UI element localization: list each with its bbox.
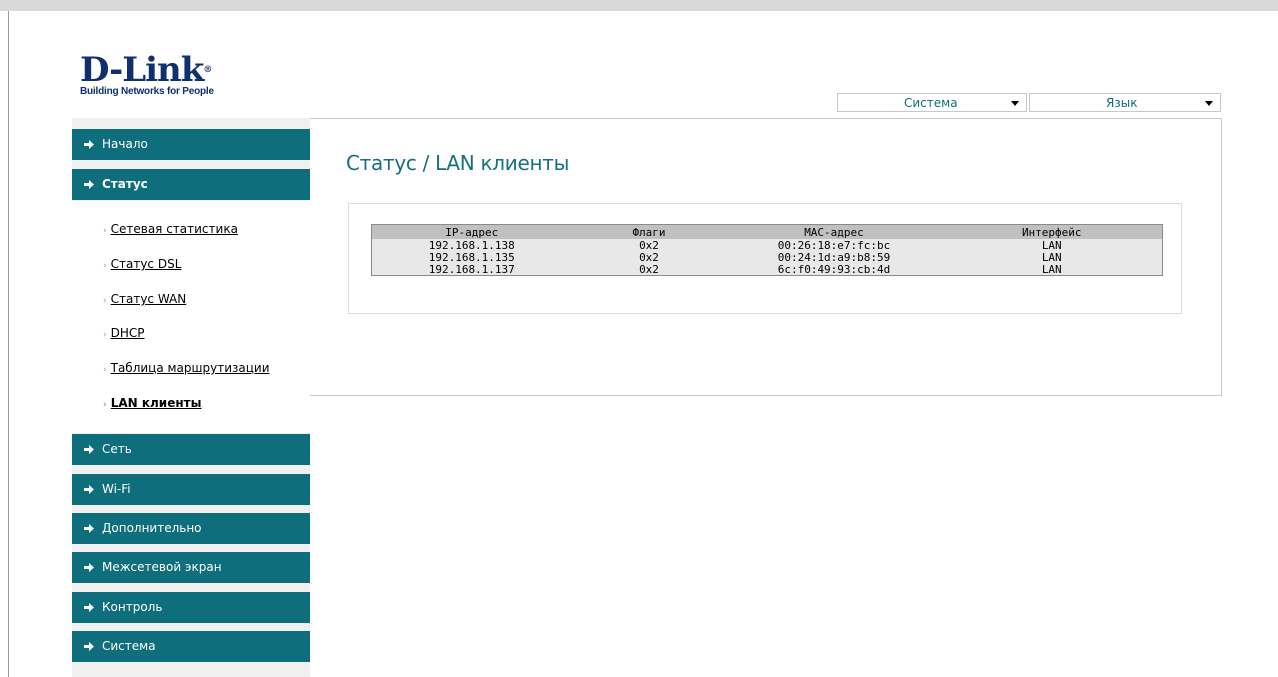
- lan-clients-table: IP-адрес Флаги MAC-адрес Интерфейс 192.1…: [371, 224, 1163, 276]
- cell-ip: 192.168.1.138: [371, 239, 572, 251]
- table-row: 192.168.1.138 0x2 00:26:18:e7:fc:bc LAN: [371, 239, 1163, 251]
- submenu-dsl-status[interactable]: › Статус DSL: [103, 257, 181, 271]
- submenu-label: DHCP: [110, 326, 145, 340]
- dlink-logo: D-Link® Building Networks for People: [80, 53, 214, 97]
- chevron-right-icon: ›: [103, 330, 107, 340]
- column-header-ip: IP-адрес: [371, 224, 572, 239]
- chevron-right-icon: ›: [103, 261, 107, 271]
- chevron-right-icon: ›: [103, 296, 107, 306]
- column-header-mac: MAC-адрес: [726, 224, 942, 239]
- column-header-interface: Интерфейс: [941, 224, 1163, 239]
- logo-text: D-Link: [80, 50, 204, 90]
- submenu-wan-status[interactable]: › Статус WAN: [103, 292, 186, 306]
- nav-item-system[interactable]: Система: [72, 631, 310, 662]
- nav-item-label: Контроль: [102, 600, 163, 614]
- logo-registered-mark: ®: [203, 65, 212, 75]
- cell-flags: 0x2: [571, 239, 727, 251]
- arrow-right-icon: [84, 563, 94, 572]
- nav-item-advanced[interactable]: Дополнительно: [72, 513, 310, 544]
- chevron-down-icon: [1011, 101, 1019, 106]
- column-header-flags: Флаги: [571, 224, 727, 239]
- nav-item-label: Wi-Fi: [102, 482, 131, 496]
- nav-item-home[interactable]: Начало: [72, 129, 310, 160]
- cell-ip: 192.168.1.137: [371, 263, 572, 276]
- chevron-right-icon: ›: [103, 365, 107, 375]
- arrow-right-icon: [84, 485, 94, 494]
- nav-item-label: Начало: [102, 137, 148, 151]
- chevron-right-icon: ›: [103, 400, 107, 410]
- arrow-right-icon: [84, 180, 94, 189]
- window-left-border: [8, 11, 9, 677]
- chevron-down-icon: [1205, 101, 1213, 106]
- chevron-right-icon: ›: [103, 226, 107, 236]
- arrow-right-icon: [84, 140, 94, 149]
- cell-mac: 6c:f0:49:93:cb:4d: [726, 263, 942, 276]
- nav-item-status[interactable]: Статус: [72, 169, 310, 200]
- submenu-routing-table[interactable]: › Таблица маршрутизации: [103, 361, 270, 375]
- page-title: Статус / LAN клиенты: [346, 151, 570, 175]
- arrow-right-icon: [84, 603, 94, 612]
- nav-item-label: Дополнительно: [102, 521, 202, 535]
- arrow-right-icon: [84, 445, 94, 454]
- arrow-right-icon: [84, 524, 94, 533]
- nav-item-wifi[interactable]: Wi-Fi: [72, 474, 310, 505]
- table-row: 192.168.1.135 0x2 00:24:1d:a9:b8:59 LAN: [371, 251, 1163, 263]
- nav-item-label: Статус: [102, 177, 148, 191]
- cell-flags: 0x2: [571, 263, 727, 276]
- submenu-lan-clients[interactable]: › LAN клиенты: [103, 396, 201, 410]
- table-row: 192.168.1.137 0x2 6c:f0:49:93:cb:4d LAN: [371, 263, 1163, 276]
- nav-item-network[interactable]: Сеть: [72, 434, 310, 465]
- system-dropdown-label: Система: [904, 96, 958, 110]
- table-header-row: IP-адрес Флаги MAC-адрес Интерфейс: [371, 224, 1163, 239]
- submenu-dhcp[interactable]: › DHCP: [103, 326, 145, 340]
- nav-item-control[interactable]: Контроль: [72, 592, 310, 623]
- cell-ip: 192.168.1.135: [371, 251, 572, 263]
- nav-item-label: Система: [102, 639, 156, 653]
- submenu-label: Статус DSL: [110, 257, 182, 271]
- system-dropdown[interactable]: Система: [837, 93, 1027, 112]
- cell-interface: LAN: [941, 239, 1163, 251]
- cell-mac: 00:26:18:e7:fc:bc: [726, 239, 942, 251]
- cell-interface: LAN: [941, 263, 1163, 276]
- submenu-network-statistics[interactable]: › Сетевая статистика: [103, 222, 238, 236]
- submenu-label: Сетевая статистика: [110, 222, 238, 236]
- language-dropdown-label: Язык: [1106, 96, 1138, 110]
- window-top-bar: [0, 0, 1278, 11]
- cell-interface: LAN: [941, 251, 1163, 263]
- nav-item-label: Межсетевой экран: [102, 560, 222, 574]
- logo-tagline: Building Networks for People: [80, 86, 214, 97]
- submenu-label: Статус WAN: [110, 292, 187, 306]
- cell-flags: 0x2: [571, 251, 727, 263]
- cell-mac: 00:24:1d:a9:b8:59: [726, 251, 942, 263]
- nav-item-label: Сеть: [102, 442, 132, 456]
- submenu-label: Таблица маршрутизации: [110, 361, 270, 375]
- language-dropdown[interactable]: Язык: [1029, 93, 1221, 112]
- arrow-right-icon: [84, 642, 94, 651]
- nav-item-firewall[interactable]: Межсетевой экран: [72, 552, 310, 583]
- submenu-label: LAN клиенты: [110, 396, 202, 410]
